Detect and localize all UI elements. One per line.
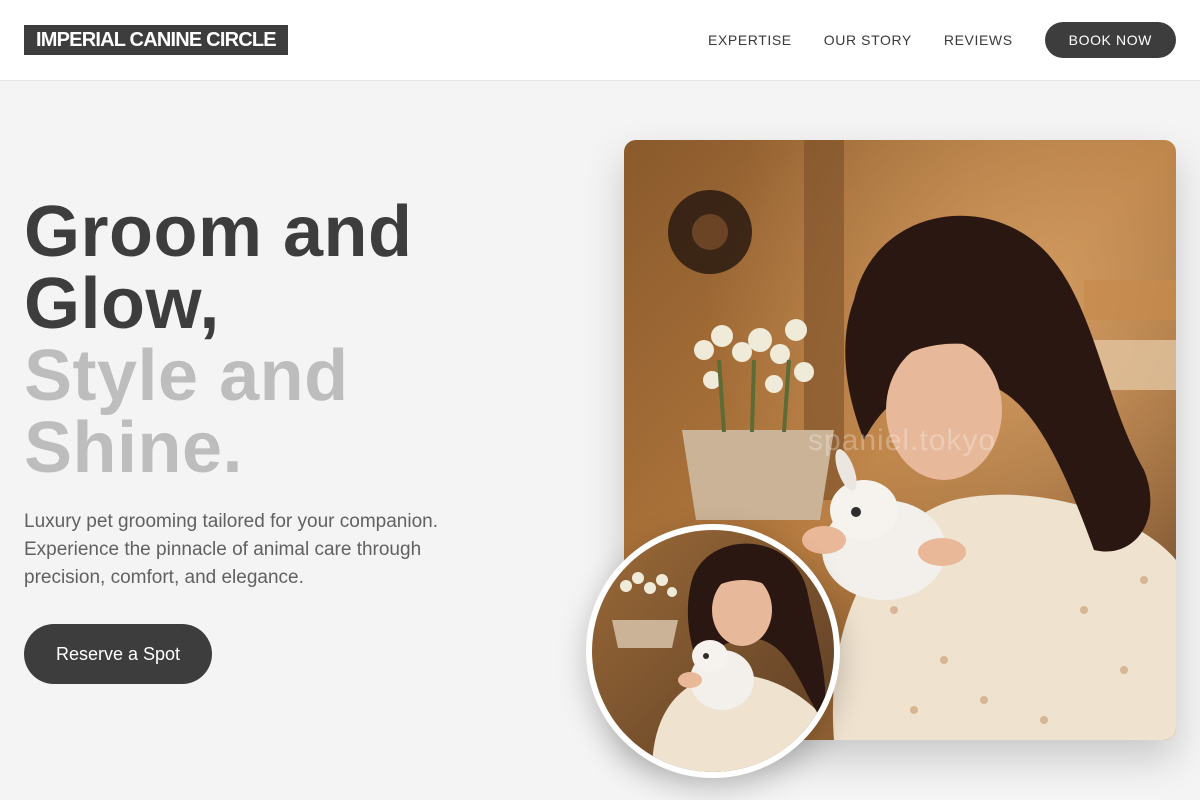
- nav-link-our-story[interactable]: OUR STORY: [824, 22, 912, 58]
- hero-title: Groom and Glow, Style and Shine.: [24, 196, 544, 484]
- hero-title-line: Groom and: [24, 192, 413, 272]
- photo-watermark: spaniel.tokyo: [808, 424, 997, 457]
- nav-link-reviews[interactable]: REVIEWS: [944, 22, 1013, 58]
- hero-description: Luxury pet grooming tailored for your co…: [24, 511, 439, 588]
- book-now-button[interactable]: BOOK NOW: [1044, 22, 1176, 58]
- site-logo[interactable]: IMPERIAL CANINE CIRCLE: [24, 25, 288, 55]
- site-header: IMPERIAL CANINE CIRCLE EXPERTISE OUR STO…: [0, 0, 1200, 81]
- nav-link-expertise[interactable]: EXPERTISE: [708, 22, 792, 58]
- hero-photo-circle-thumbnail: [586, 524, 840, 778]
- hero-title-line: Glow,: [24, 264, 220, 344]
- hero-title-line: Shine.: [24, 408, 244, 488]
- main-nav: EXPERTISE OUR STORY REVIEWS BOOK NOW: [708, 22, 1176, 58]
- hero-title-line: Style and: [24, 336, 349, 416]
- reserve-spot-button[interactable]: Reserve a Spot: [24, 624, 212, 684]
